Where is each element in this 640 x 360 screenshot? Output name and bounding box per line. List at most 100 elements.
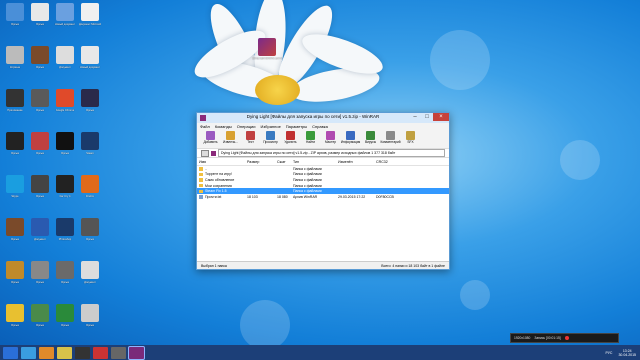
path-bar: Dying Light [Файлы для запуска игры по с… — [197, 149, 449, 158]
file-size: 18 103 — [247, 194, 258, 199]
toolbar-button[interactable]: Добавить — [201, 130, 220, 148]
toolbar-button[interactable]: Удалить — [281, 130, 300, 148]
taskbar-firefox-icon[interactable] — [39, 346, 54, 359]
toolbar-label: Вирусы — [364, 140, 377, 144]
language-indicator[interactable]: РУС — [605, 351, 612, 355]
menu-item[interactable]: Справка — [312, 124, 328, 129]
desktop-shortcut-icon[interactable] — [31, 261, 49, 279]
taskbar-app-icon[interactable] — [111, 346, 126, 359]
folder-icon — [199, 178, 203, 182]
taskbar-winrar-icon[interactable] — [128, 345, 145, 360]
toolbar-button[interactable]: Просмотр — [261, 130, 280, 148]
desktop-shortcut-icon[interactable] — [31, 89, 49, 107]
minimize-button[interactable]: – — [409, 113, 421, 121]
desktop-shortcut-icon[interactable] — [31, 132, 49, 150]
column-header[interactable]: Размер — [245, 160, 275, 164]
desktop-shortcut-icon[interactable] — [6, 175, 24, 193]
desktop-shortcut-label: Ярлык — [86, 238, 94, 241]
desktop-shortcut-icon[interactable] — [81, 175, 99, 193]
menu-item[interactable]: Файл — [200, 124, 210, 129]
status-left: Выбран 1 папка — [201, 263, 227, 268]
desktop-shortcut-icon[interactable] — [31, 46, 49, 64]
desktop-shortcut-icon[interactable] — [56, 132, 74, 150]
toolbar-label: SFX — [407, 140, 414, 144]
desktop-shortcut-label: Ярлык — [36, 66, 44, 69]
file-row[interactable]: Прочти.txt 18 103 18 080 Архив WinRAR 29.03.… — [197, 194, 449, 200]
menu-item[interactable]: Операции — [237, 124, 256, 129]
desktop-shortcut-label: Ярлык — [36, 23, 44, 26]
desktop-shortcut-label: Ярлык — [11, 152, 19, 155]
taskbar-ie-icon[interactable] — [21, 346, 36, 359]
desktop-shortcut-icon[interactable] — [6, 304, 24, 322]
close-button[interactable]: × — [433, 113, 449, 121]
desktop-shortcut-icon[interactable] — [56, 46, 74, 64]
desktop-shortcut-icon[interactable] — [81, 218, 99, 236]
toolbar-icon — [386, 131, 395, 140]
desktop-shortcut-icon[interactable] — [6, 132, 24, 150]
desktop-shortcut-icon[interactable] — [56, 304, 74, 322]
desktop-shortcut-icon[interactable] — [81, 3, 99, 21]
maximize-button[interactable]: □ — [421, 113, 433, 121]
taskbar-explorer-icon[interactable] — [57, 346, 72, 359]
desktop-shortcut-icon[interactable] — [81, 89, 99, 107]
desktop-shortcut-icon[interactable] — [81, 304, 99, 322]
desktop-shortcut-icon[interactable] — [81, 132, 99, 150]
taskbar-app-icon[interactable] — [93, 346, 108, 359]
desktop-shortcut-label: Ярлык — [61, 324, 69, 327]
column-header[interactable]: Изменён — [336, 160, 374, 164]
toolbar-label: Удалить — [284, 140, 297, 144]
file-type: Папка с файлами — [293, 183, 322, 188]
column-header[interactable]: Имя — [197, 160, 245, 164]
desktop-shortcut-icon[interactable] — [6, 46, 24, 64]
toolbar-button[interactable]: Тест — [241, 130, 260, 148]
desktop-shortcut-icon[interactable] — [56, 175, 74, 193]
desktop-shortcut-icon[interactable] — [31, 304, 49, 322]
column-header[interactable]: CRC32 — [374, 160, 396, 164]
toolbar-button[interactable]: Мастер — [321, 130, 340, 148]
taskbar-app-icon[interactable] — [75, 346, 90, 359]
desktop-shortcut-icon[interactable] — [81, 261, 99, 279]
desktop-shortcut-label: Ярлык — [36, 281, 44, 284]
desktop-shortcut-icon[interactable] — [6, 3, 24, 21]
toolbar-label: Найти — [305, 140, 316, 144]
toolbar-button[interactable]: Вирусы — [361, 130, 380, 148]
menu-item[interactable]: Избранное — [261, 124, 281, 129]
start-button[interactable] — [3, 346, 18, 359]
desktop-shortcut-label: Документ — [34, 238, 46, 241]
record-icon[interactable] — [564, 336, 569, 340]
toolbar-button[interactable]: SFX — [401, 130, 420, 148]
desktop-shortcut-icon[interactable] — [6, 218, 24, 236]
toolbar-label: Просмотр — [263, 140, 278, 144]
toolbar-button[interactable]: Комментарий — [380, 130, 401, 148]
winrar-archive-icon[interactable] — [258, 38, 276, 56]
toolbar-icon — [326, 131, 335, 140]
toolbar-button[interactable]: Извлечь... — [221, 130, 240, 148]
title-bar[interactable]: Dying Light [Файлы для запуска игры по с… — [197, 113, 449, 123]
path-field[interactable]: Dying Light [Файлы для запуска игры по с… — [218, 149, 445, 157]
desktop-shortcut-icon[interactable] — [56, 218, 74, 236]
desktop-shortcut-label: Ярлык — [86, 109, 94, 112]
column-header[interactable]: Сжат — [275, 160, 291, 164]
recorder-resolution: 1920x1080 — [514, 336, 531, 340]
file-list[interactable]: .. Папка с файлами Торрент на игру! Папка с… — [197, 166, 449, 254]
column-header[interactable]: Тип — [291, 160, 336, 164]
desktop-shortcut-icon[interactable] — [31, 3, 49, 21]
menu-item[interactable]: Команды — [215, 124, 232, 129]
desktop-shortcut-icon[interactable] — [6, 89, 24, 107]
menu-item[interactable]: Параметры — [286, 124, 307, 129]
desktop-shortcut-icon[interactable] — [81, 46, 99, 64]
desktop-shortcut-icon[interactable] — [31, 175, 49, 193]
desktop-shortcut-icon[interactable] — [56, 89, 74, 107]
desktop-shortcut-icon[interactable] — [6, 261, 24, 279]
file-icon — [199, 195, 203, 199]
file-type: Архив WinRAR — [293, 194, 318, 199]
clock[interactable]: 13:24 30.04.2015 — [618, 349, 636, 357]
up-folder-icon[interactable] — [201, 149, 209, 157]
toolbar-button[interactable]: Информация — [341, 130, 360, 148]
file-name: Steam Fix 1.5 — [205, 189, 227, 194]
toolbar-icon — [306, 131, 315, 140]
desktop-shortcut-icon[interactable] — [56, 3, 74, 21]
desktop-shortcut-icon[interactable] — [56, 261, 74, 279]
desktop-shortcut-icon[interactable] — [31, 218, 49, 236]
toolbar-button[interactable]: Найти — [301, 130, 320, 148]
